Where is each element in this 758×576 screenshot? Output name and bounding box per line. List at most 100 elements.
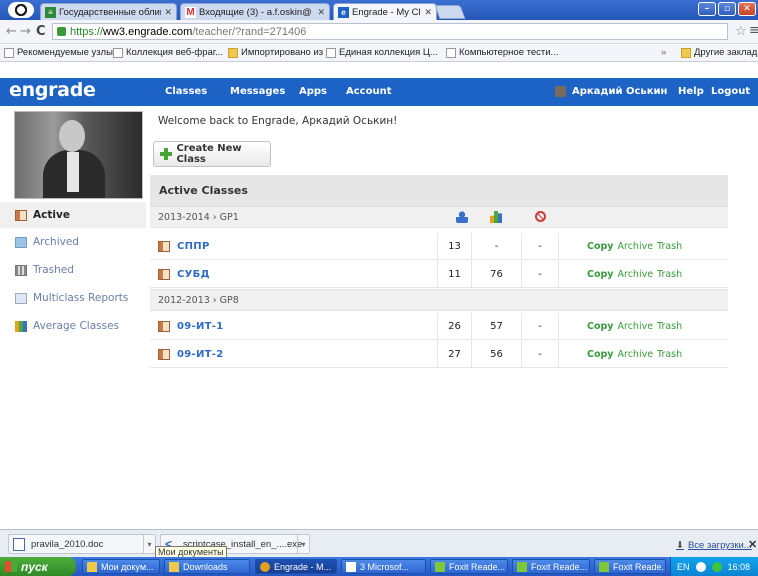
bookmark-item[interactable]: Единая коллекция Ц... xyxy=(326,47,438,58)
page-icon xyxy=(446,47,456,58)
bookmark-item[interactable]: Коллекция веб-фраг... xyxy=(113,47,223,58)
trash-icon xyxy=(15,264,27,276)
nav-messages[interactable]: Messages xyxy=(230,86,285,97)
nav-logout[interactable]: Logout xyxy=(711,86,750,97)
missing-count: - xyxy=(521,313,559,339)
copy-link[interactable]: Copy xyxy=(587,349,614,360)
archive-link[interactable]: Archive xyxy=(618,241,654,252)
archive-link[interactable]: Archive xyxy=(618,269,654,280)
tab-engrade[interactable]: e Engrade - My Classes ✕ xyxy=(333,3,437,20)
url-field[interactable]: https:// ww3.engrade.com /teacher/?rand=… xyxy=(52,23,728,40)
bookmark-item[interactable]: Рекомендуемые узлы xyxy=(4,47,113,58)
copy-link[interactable]: Copy xyxy=(587,269,614,280)
nav-classes[interactable]: Classes xyxy=(165,86,207,97)
chrome-menu-icon[interactable] xyxy=(2,0,40,20)
sidebar-item-label: Trashed xyxy=(33,264,74,276)
multiclass-icon xyxy=(15,292,27,304)
tab-close-icon[interactable]: ✕ xyxy=(164,7,172,18)
students-icon xyxy=(456,211,468,223)
start-button[interactable]: пуск xyxy=(0,557,76,576)
class-link[interactable]: СППР xyxy=(177,241,210,252)
bookmark-item[interactable]: Компьютерное тести... xyxy=(446,47,558,58)
sidebar-item-trashed[interactable]: Trashed xyxy=(0,257,146,283)
welcome-message: Welcome back to Engrade, Аркадий Оськин! xyxy=(158,115,398,127)
tab-gos-obligacii[interactable]: ≡ Государственные облигац ✕ xyxy=(40,3,177,20)
tab-gmail-inbox[interactable]: M Входящие (3) - a.f.oskin@ ✕ xyxy=(180,3,330,20)
site-logo[interactable]: engrade xyxy=(9,79,96,101)
archive-link[interactable]: Archive xyxy=(618,321,654,332)
trash-link[interactable]: Trash xyxy=(657,349,682,360)
class-book-icon xyxy=(158,349,170,360)
trash-link[interactable]: Trash xyxy=(657,241,682,252)
average-chart-icon xyxy=(490,211,502,223)
chrome-icon xyxy=(260,561,270,572)
bookmark-star-icon[interactable]: ☆ xyxy=(735,24,747,39)
security-icon[interactable] xyxy=(711,561,722,572)
all-downloads-link[interactable]: ⬇ Все загрузки... xyxy=(676,540,752,551)
download-item[interactable]: pravila_2010.doc ▾ xyxy=(8,534,156,554)
chevron-down-icon[interactable]: ▾ xyxy=(297,535,309,553)
profile-photo[interactable] xyxy=(14,111,143,199)
trash-link[interactable]: Trash xyxy=(657,321,682,332)
wrench-menu-icon[interactable]: ≡ xyxy=(749,23,758,38)
taskbar-item[interactable]: Foxit Reade... xyxy=(430,559,508,574)
tab-close-icon[interactable]: ✕ xyxy=(424,7,432,18)
bookmark-item[interactable]: Импортировано из IE xyxy=(228,47,335,58)
group-label: 2012-2013 › GP8 xyxy=(158,295,239,306)
copy-link[interactable]: Copy xyxy=(587,321,614,332)
user-menu[interactable]: Аркадий Оськин xyxy=(555,86,667,97)
maximize-icon[interactable]: ▫ xyxy=(718,2,736,16)
language-indicator[interactable]: EN xyxy=(677,562,690,572)
taskbar-item[interactable]: Engrade - M... xyxy=(255,559,337,574)
close-shelf-icon[interactable]: ✕ xyxy=(748,538,757,551)
bookmark-label: Коллекция веб-фраг... xyxy=(126,47,223,58)
start-label: пуск xyxy=(21,559,48,574)
class-book-icon xyxy=(158,241,170,252)
new-tab-button[interactable] xyxy=(434,5,466,19)
sidebar-item-archived[interactable]: Archived xyxy=(0,229,146,255)
create-new-class-button[interactable]: Create New Class xyxy=(153,141,271,167)
minimize-icon[interactable]: – xyxy=(698,2,716,16)
sidebar-item-multiclass-reports[interactable]: Multiclass Reports xyxy=(0,285,146,311)
trash-link[interactable]: Trash xyxy=(657,269,682,280)
url-scheme: https:// xyxy=(70,25,104,38)
avatar xyxy=(555,86,566,97)
user-name: Аркадий Оськин xyxy=(572,86,668,97)
copy-link[interactable]: Copy xyxy=(587,241,614,252)
students-count: 13 xyxy=(437,233,471,259)
taskbar-item[interactable]: Foxit Reade... xyxy=(594,559,666,574)
sheet-icon: ≡ xyxy=(45,6,56,18)
taskbar-label: 3 Microsof... xyxy=(360,561,410,572)
taskbar-item[interactable]: Downloads xyxy=(164,559,250,574)
network-icon[interactable] xyxy=(695,561,706,572)
plus-icon xyxy=(160,148,173,160)
bookmarks-overflow-icon[interactable]: » xyxy=(661,47,666,58)
taskbar-item[interactable]: Мои докум... xyxy=(82,559,160,574)
taskbar-label: Engrade - M... xyxy=(274,561,332,572)
foxit-icon xyxy=(599,561,609,572)
archive-link[interactable]: Archive xyxy=(618,349,654,360)
reload-icon[interactable]: C xyxy=(36,24,46,39)
class-link[interactable]: СУБД xyxy=(177,269,210,280)
taskbar-item[interactable]: 3 Microsof... xyxy=(341,559,426,574)
nav-apps[interactable]: Apps xyxy=(299,86,327,97)
nav-account[interactable]: Account xyxy=(346,86,391,97)
sidebar-item-active[interactable]: Active xyxy=(0,202,146,228)
tab-close-icon[interactable]: ✕ xyxy=(317,7,325,18)
close-window-icon[interactable]: ✕ xyxy=(738,2,756,16)
address-bar-row: ← → C https:// ww3.engrade.com /teacher/… xyxy=(0,20,758,44)
chevron-down-icon[interactable]: ▾ xyxy=(143,535,155,553)
back-icon[interactable]: ← xyxy=(6,24,17,39)
class-link[interactable]: 09-ИТ-1 xyxy=(177,321,223,332)
sidebar-item-label: Active xyxy=(33,209,70,221)
students-count: 26 xyxy=(437,313,471,339)
sidebar-item-average-classes[interactable]: Average Classes xyxy=(0,313,146,339)
missing-count: - xyxy=(521,341,559,367)
nav-help[interactable]: Help xyxy=(678,86,704,97)
class-link[interactable]: 09-ИТ-2 xyxy=(177,349,223,360)
other-bookmarks[interactable]: Другие закладк xyxy=(681,47,758,58)
foxit-icon xyxy=(435,561,445,572)
bookmark-label: Рекомендуемые узлы xyxy=(17,47,113,58)
forward-icon[interactable]: → xyxy=(20,24,31,39)
taskbar-item[interactable]: Foxit Reade... xyxy=(512,559,590,574)
